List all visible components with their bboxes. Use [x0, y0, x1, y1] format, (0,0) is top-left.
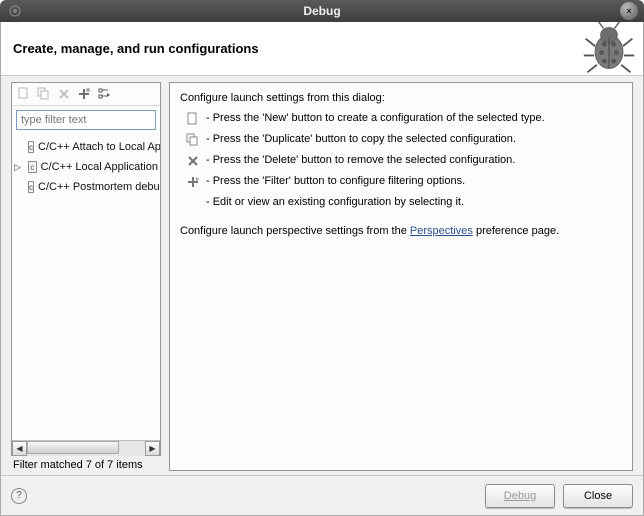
filter-status: Filter matched 7 of 7 items: [11, 456, 161, 471]
tree-label: C/C++ Attach to Local Application: [38, 141, 160, 153]
main-area: c C/C++ Attach to Local Application ▷ c …: [1, 76, 643, 475]
filter-icon: [186, 175, 200, 189]
step-duplicate: - Press the 'Duplicate' button to copy t…: [186, 132, 622, 147]
config-tree: c C/C++ Attach to Local Application ▷ c …: [12, 134, 160, 440]
step-delete: - Press the 'Delete' button to remove th…: [186, 153, 622, 168]
delete-icon: [186, 154, 200, 168]
intro-text: Configure launch settings from this dial…: [180, 91, 622, 105]
tree-label: C/C++ Postmortem debugger: [38, 181, 160, 193]
titlebar: Debug ×: [0, 0, 644, 22]
c-app-icon: c: [28, 141, 34, 153]
step-text: - Press the 'New' button to create a con…: [206, 111, 545, 125]
header: Create, manage, and run configurations: [1, 22, 643, 76]
debug-button: Debug: [485, 484, 555, 508]
perspective-prefix: Configure launch perspective settings fr…: [180, 225, 410, 237]
perspectives-link[interactable]: Perspectives: [410, 225, 473, 237]
delete-button[interactable]: [56, 86, 72, 102]
tree-label: C/C++ Local Application: [41, 161, 158, 173]
detail-pane: Configure launch settings from this dial…: [169, 82, 633, 471]
h-scrollbar[interactable]: ◀ ▶: [12, 440, 160, 455]
tree-arrow[interactable]: ▷: [14, 162, 24, 173]
scroll-left-button[interactable]: ◀: [12, 441, 27, 456]
step-edit: - Edit or view an existing configuration…: [186, 195, 622, 210]
c-app-icon: c: [28, 161, 37, 173]
close-button[interactable]: Close: [563, 484, 633, 508]
blank-icon: [186, 196, 200, 210]
filter-input[interactable]: [16, 110, 156, 130]
filter-button[interactable]: [76, 86, 92, 102]
tree-item-attach[interactable]: c C/C++ Attach to Local Application: [14, 137, 158, 157]
step-text: - Edit or view an existing configuration…: [206, 195, 464, 209]
step-new: - Press the 'New' button to create a con…: [186, 111, 622, 126]
scroll-thumb[interactable]: [27, 441, 119, 454]
filter-wrap: [12, 106, 160, 134]
window-title: Debug: [24, 4, 620, 18]
step-text: - Press the 'Filter' button to configure…: [206, 174, 465, 188]
tree-item-local[interactable]: ▷ c C/C++ Local Application: [14, 157, 158, 177]
c-app-icon: c: [28, 181, 34, 193]
step-text: - Press the 'Delete' button to remove th…: [206, 153, 515, 167]
perspective-line: Configure launch perspective settings fr…: [180, 224, 622, 238]
window-close-button[interactable]: ×: [620, 2, 638, 20]
collapse-button[interactable]: [96, 86, 112, 102]
footer: ? Debug Close: [1, 475, 643, 515]
sidebar: c C/C++ Attach to Local Application ▷ c …: [11, 82, 161, 456]
bug-icon: [581, 20, 637, 76]
perspective-suffix: preference page.: [473, 225, 559, 237]
new-icon: [186, 112, 200, 126]
dialog-body: Create, manage, and run configurations: [0, 22, 644, 516]
duplicate-button[interactable]: [36, 86, 52, 102]
header-title: Create, manage, and run configurations: [13, 41, 259, 56]
new-button[interactable]: [16, 86, 32, 102]
scroll-track[interactable]: [27, 441, 145, 456]
duplicate-icon: [186, 133, 200, 147]
sidebar-toolbar: [12, 83, 160, 106]
app-icon: [6, 4, 24, 18]
footer-buttons: Debug Close: [485, 484, 633, 508]
help-button[interactable]: ?: [11, 488, 27, 504]
step-filter: - Press the 'Filter' button to configure…: [186, 174, 622, 189]
step-text: - Press the 'Duplicate' button to copy t…: [206, 132, 516, 146]
scroll-right-button[interactable]: ▶: [145, 441, 160, 456]
tree-item-postmortem[interactable]: c C/C++ Postmortem debugger: [14, 177, 158, 197]
